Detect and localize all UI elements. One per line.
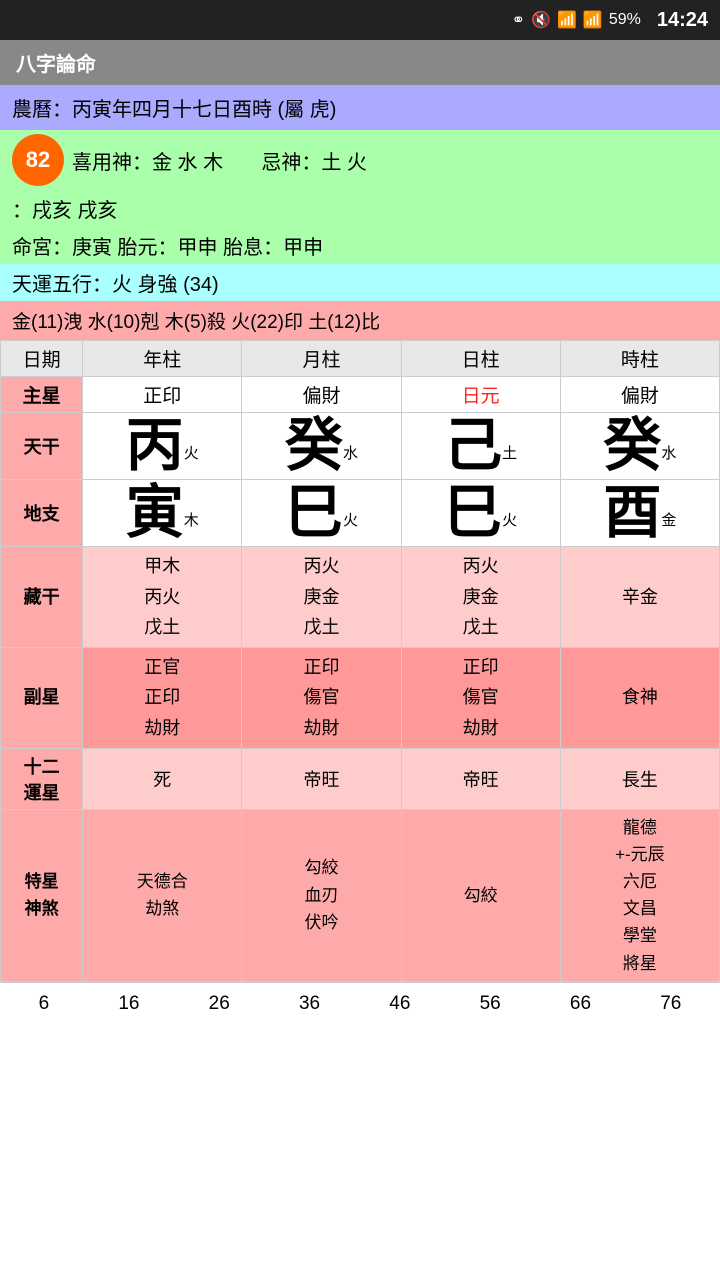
fuxing-label: 副星 (1, 647, 83, 748)
score-circle: 82 (12, 134, 64, 186)
minggong-text: 命宮：庚寅 胎元：甲申 胎息：甲申 (12, 237, 323, 259)
fuxing-row: 副星 正官 正印 劫財 正印 傷官 劫財 正印 傷官 劫財 食神 (1, 647, 720, 748)
tiangan-label: 天干 (1, 413, 83, 480)
header-shi: 時柱 (560, 341, 719, 377)
status-bar: ⚭ 🔇 📶 📶 59% 14:24 (0, 0, 720, 40)
lunar-row: 農曆：丙寅年四月十七日酉時 (屬 虎) (0, 85, 720, 130)
status-icons: ⚭ 🔇 📶 📶 59% (512, 10, 641, 30)
dizhi-row: 地支 寅木 巳火 巳火 酉金 (1, 480, 720, 547)
zhuxing-nian: 正印 (83, 377, 242, 413)
wuxing-row: 金(11)洩 水(10)剋 木(5)殺 火(22)印 土(12)比 (0, 301, 720, 340)
mute-icon: 🔇 (531, 10, 551, 30)
tiangan-yue: 癸水 (242, 413, 401, 480)
header-yue: 月柱 (242, 341, 401, 377)
wifi-icon: 📶 (557, 10, 577, 30)
fuxing-yue: 正印 傷官 劫財 (242, 647, 401, 748)
xiyong-row: 82 喜用神：金 水 木 忌神：土 火 (0, 130, 720, 190)
wuxing-text: 金(11)洩 水(10)剋 木(5)殺 火(22)印 土(12)比 (12, 312, 380, 333)
chonghexing-row: ：戌亥 戌亥 (0, 190, 720, 227)
yunxing-label: 十二 運星 (1, 748, 83, 809)
texing-nian: 天德合 劫煞 (83, 809, 242, 981)
zanggan-label: 藏干 (1, 547, 83, 648)
zhuxing-shi: 偏財 (560, 377, 719, 413)
header-riqi: 日期 (1, 341, 83, 377)
tiangan-row: 天干 丙火 癸水 己土 癸水 (1, 413, 720, 480)
fuxing-shi: 食神 (560, 647, 719, 748)
texing-label: 特星 神煞 (1, 809, 83, 981)
bottom-num-3: 36 (299, 993, 320, 1015)
main-table: 日期 年柱 月柱 日柱 時柱 主星 正印 偏財 日元 偏財 天干 丙火 癸水 己… (0, 340, 720, 982)
texing-ri: 勾絞 (401, 809, 560, 981)
fuxing-ri: 正印 傷官 劫財 (401, 647, 560, 748)
tiangan-ri: 己土 (401, 413, 560, 480)
tianyun-row: 天運五行：火 身強 (34) (0, 264, 720, 301)
zanggan-ri: 丙火 庚金 戊土 (401, 547, 560, 648)
table-header-row: 日期 年柱 月柱 日柱 時柱 (1, 341, 720, 377)
lunar-text: 農曆：丙寅年四月十七日酉時 (屬 虎) (12, 99, 336, 121)
bottom-num-4: 46 (389, 993, 410, 1015)
yunxing-nian: 死 (83, 748, 242, 809)
dizhi-ri: 巳火 (401, 480, 560, 547)
tiangan-nian: 丙火 (83, 413, 242, 480)
bottom-num-7: 76 (660, 993, 681, 1015)
texing-shi: 龍德 +-元辰 六厄 文昌 學堂 將星 (560, 809, 719, 981)
zanggan-shi: 辛金 (560, 547, 719, 648)
tianyun-text: 天運五行：火 身強 (34) (12, 274, 219, 296)
minggong-row: 命宮：庚寅 胎元：甲申 胎息：甲申 (0, 227, 720, 264)
dizhi-shi: 酉金 (560, 480, 719, 547)
zhuxing-row: 主星 正印 偏財 日元 偏財 (1, 377, 720, 413)
zanggan-yue: 丙火 庚金 戊土 (242, 547, 401, 648)
status-time: 14:24 (657, 9, 708, 32)
bottom-num-6: 66 (570, 993, 591, 1015)
bottom-numbers-row: 6 16 26 36 46 56 66 76 (0, 982, 720, 1025)
battery-level: 59% (609, 11, 641, 29)
xiyong-prefix: 喜用神：金 水 木 (72, 146, 223, 175)
texing-yue: 勾絞 血刃 伏吟 (242, 809, 401, 981)
zanggan-row: 藏干 甲木 丙火 戊土 丙火 庚金 戊土 丙火 庚金 戊土 辛金 (1, 547, 720, 648)
signal-icon: 📶 (583, 10, 603, 30)
zhuxing-yue: 偏財 (242, 377, 401, 413)
bottom-num-1: 16 (118, 993, 139, 1015)
zhuxing-ri: 日元 (401, 377, 560, 413)
chonghexing-text: ：戌亥 戌亥 (12, 200, 118, 222)
bottom-num-5: 56 (480, 993, 501, 1015)
app-title: 八字論命 (16, 54, 96, 76)
bottom-num-2: 26 (209, 993, 230, 1015)
zhuxing-label: 主星 (1, 377, 83, 413)
yunxing-ri: 帝旺 (401, 748, 560, 809)
dizhi-yue: 巳火 (242, 480, 401, 547)
bottom-num-0: 6 (39, 993, 50, 1015)
dizhi-nian: 寅木 (83, 480, 242, 547)
zanggan-nian: 甲木 丙火 戊土 (83, 547, 242, 648)
title-bar: 八字論命 (0, 40, 720, 85)
bluetooth-icon: ⚭ (512, 10, 525, 30)
tiangan-shi: 癸水 (560, 413, 719, 480)
yunxing-shi: 長生 (560, 748, 719, 809)
texing-row: 特星 神煞 天德合 劫煞 勾絞 血刃 伏吟 勾絞 龍德 +-元辰 六厄 文昌 學… (1, 809, 720, 981)
xiyong-suffix: 忌神：土 火 (261, 146, 367, 175)
header-nian: 年柱 (83, 341, 242, 377)
yunxing-yue: 帝旺 (242, 748, 401, 809)
yunxing-row: 十二 運星 死 帝旺 帝旺 長生 (1, 748, 720, 809)
fuxing-nian: 正官 正印 劫財 (83, 647, 242, 748)
dizhi-label: 地支 (1, 480, 83, 547)
header-ri: 日柱 (401, 341, 560, 377)
